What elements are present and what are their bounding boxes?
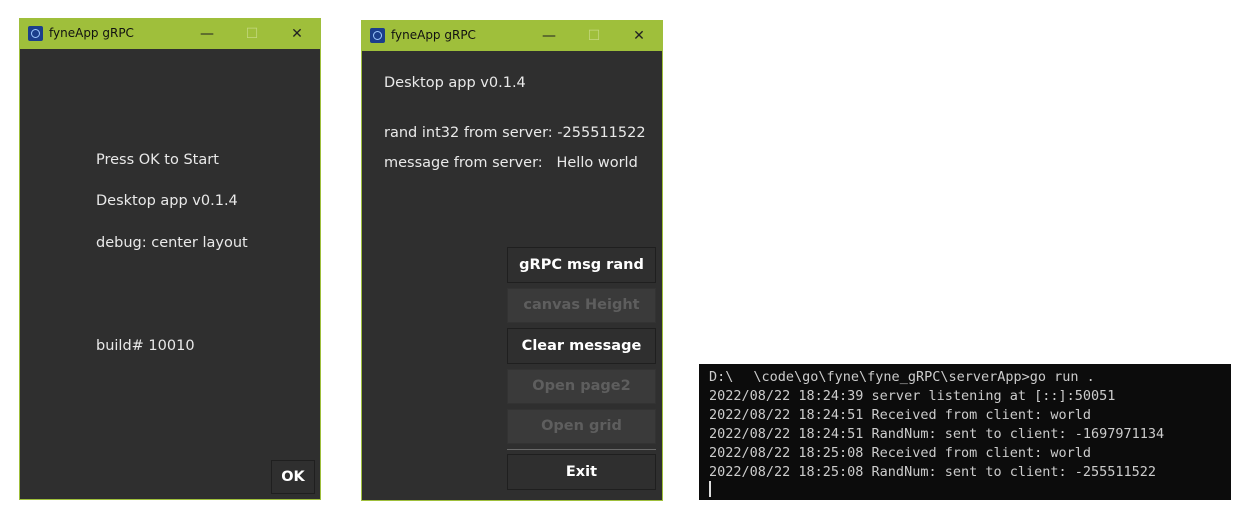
app-logo-icon [28,26,43,41]
press-ok-label: Press OK to Start [96,152,219,168]
maximize-icon[interactable]: ☐ [242,24,262,44]
ok-button[interactable]: OK [271,460,315,494]
terminal-line: 2022/08/22 18:24:51 RandNum: sent to cli… [709,426,1165,442]
terminal-line: 2022/08/22 18:25:08 Received from client… [709,445,1092,461]
exit-button[interactable]: Exit [507,454,656,490]
prompt-path: \code\go\fyne\fyne_gRPC\serverApp>go run… [753,369,1095,385]
build-label: build# 10010 [96,338,195,354]
prompt-drive: D:\ [709,369,734,385]
open-page2-button[interactable]: Open page2 [507,369,656,404]
canvas-height-button[interactable]: canvas Height [507,288,656,323]
title-bar[interactable]: fyneApp gRPC — ☐ ✕ [362,21,662,51]
window-main: fyneApp gRPC — ☐ ✕ Desktop app v0.1.4 ra… [361,20,663,501]
terminal-line: 2022/08/22 18:24:51 Received from client… [709,407,1092,423]
terminal-prompt-line: D:\ \code\go\fyne\fyne_gRPC\serverApp>go … [709,369,1095,385]
version-label: Desktop app v0.1.4 [384,75,526,91]
button-separator [507,449,656,450]
server-message-label: message from server: Hello world [384,155,638,171]
app-logo-icon [370,28,385,43]
close-icon[interactable]: ✕ [629,26,649,46]
title-bar[interactable]: fyneApp gRPC — ☐ ✕ [20,19,320,49]
terminal-line: 2022/08/22 18:24:39 server listening at … [709,388,1116,404]
open-grid-button[interactable]: Open grid [507,409,656,444]
window-title: fyneApp gRPC [49,26,134,40]
clear-message-button[interactable]: Clear message [507,328,656,364]
minimize-icon[interactable]: — [539,26,559,46]
terminal-cursor [709,481,711,497]
close-icon[interactable]: ✕ [287,24,307,44]
version-label: Desktop app v0.1.4 [96,193,238,209]
debug-label: debug: center layout [96,235,248,251]
window-start: fyneApp gRPC — ☐ ✕ Press OK to Start Des… [19,18,321,500]
grpc-msg-rand-button[interactable]: gRPC msg rand [507,247,656,283]
terminal-line: 2022/08/22 18:25:08 RandNum: sent to cli… [709,464,1157,480]
rand-int-label: rand int32 from server: -255511522 [384,125,646,141]
redacted-username [733,370,754,384]
minimize-icon[interactable]: — [197,24,217,44]
window-title: fyneApp gRPC [391,28,476,42]
terminal-window[interactable]: D:\ \code\go\fyne\fyne_gRPC\serverApp>go … [699,364,1231,500]
maximize-icon[interactable]: ☐ [584,26,604,46]
